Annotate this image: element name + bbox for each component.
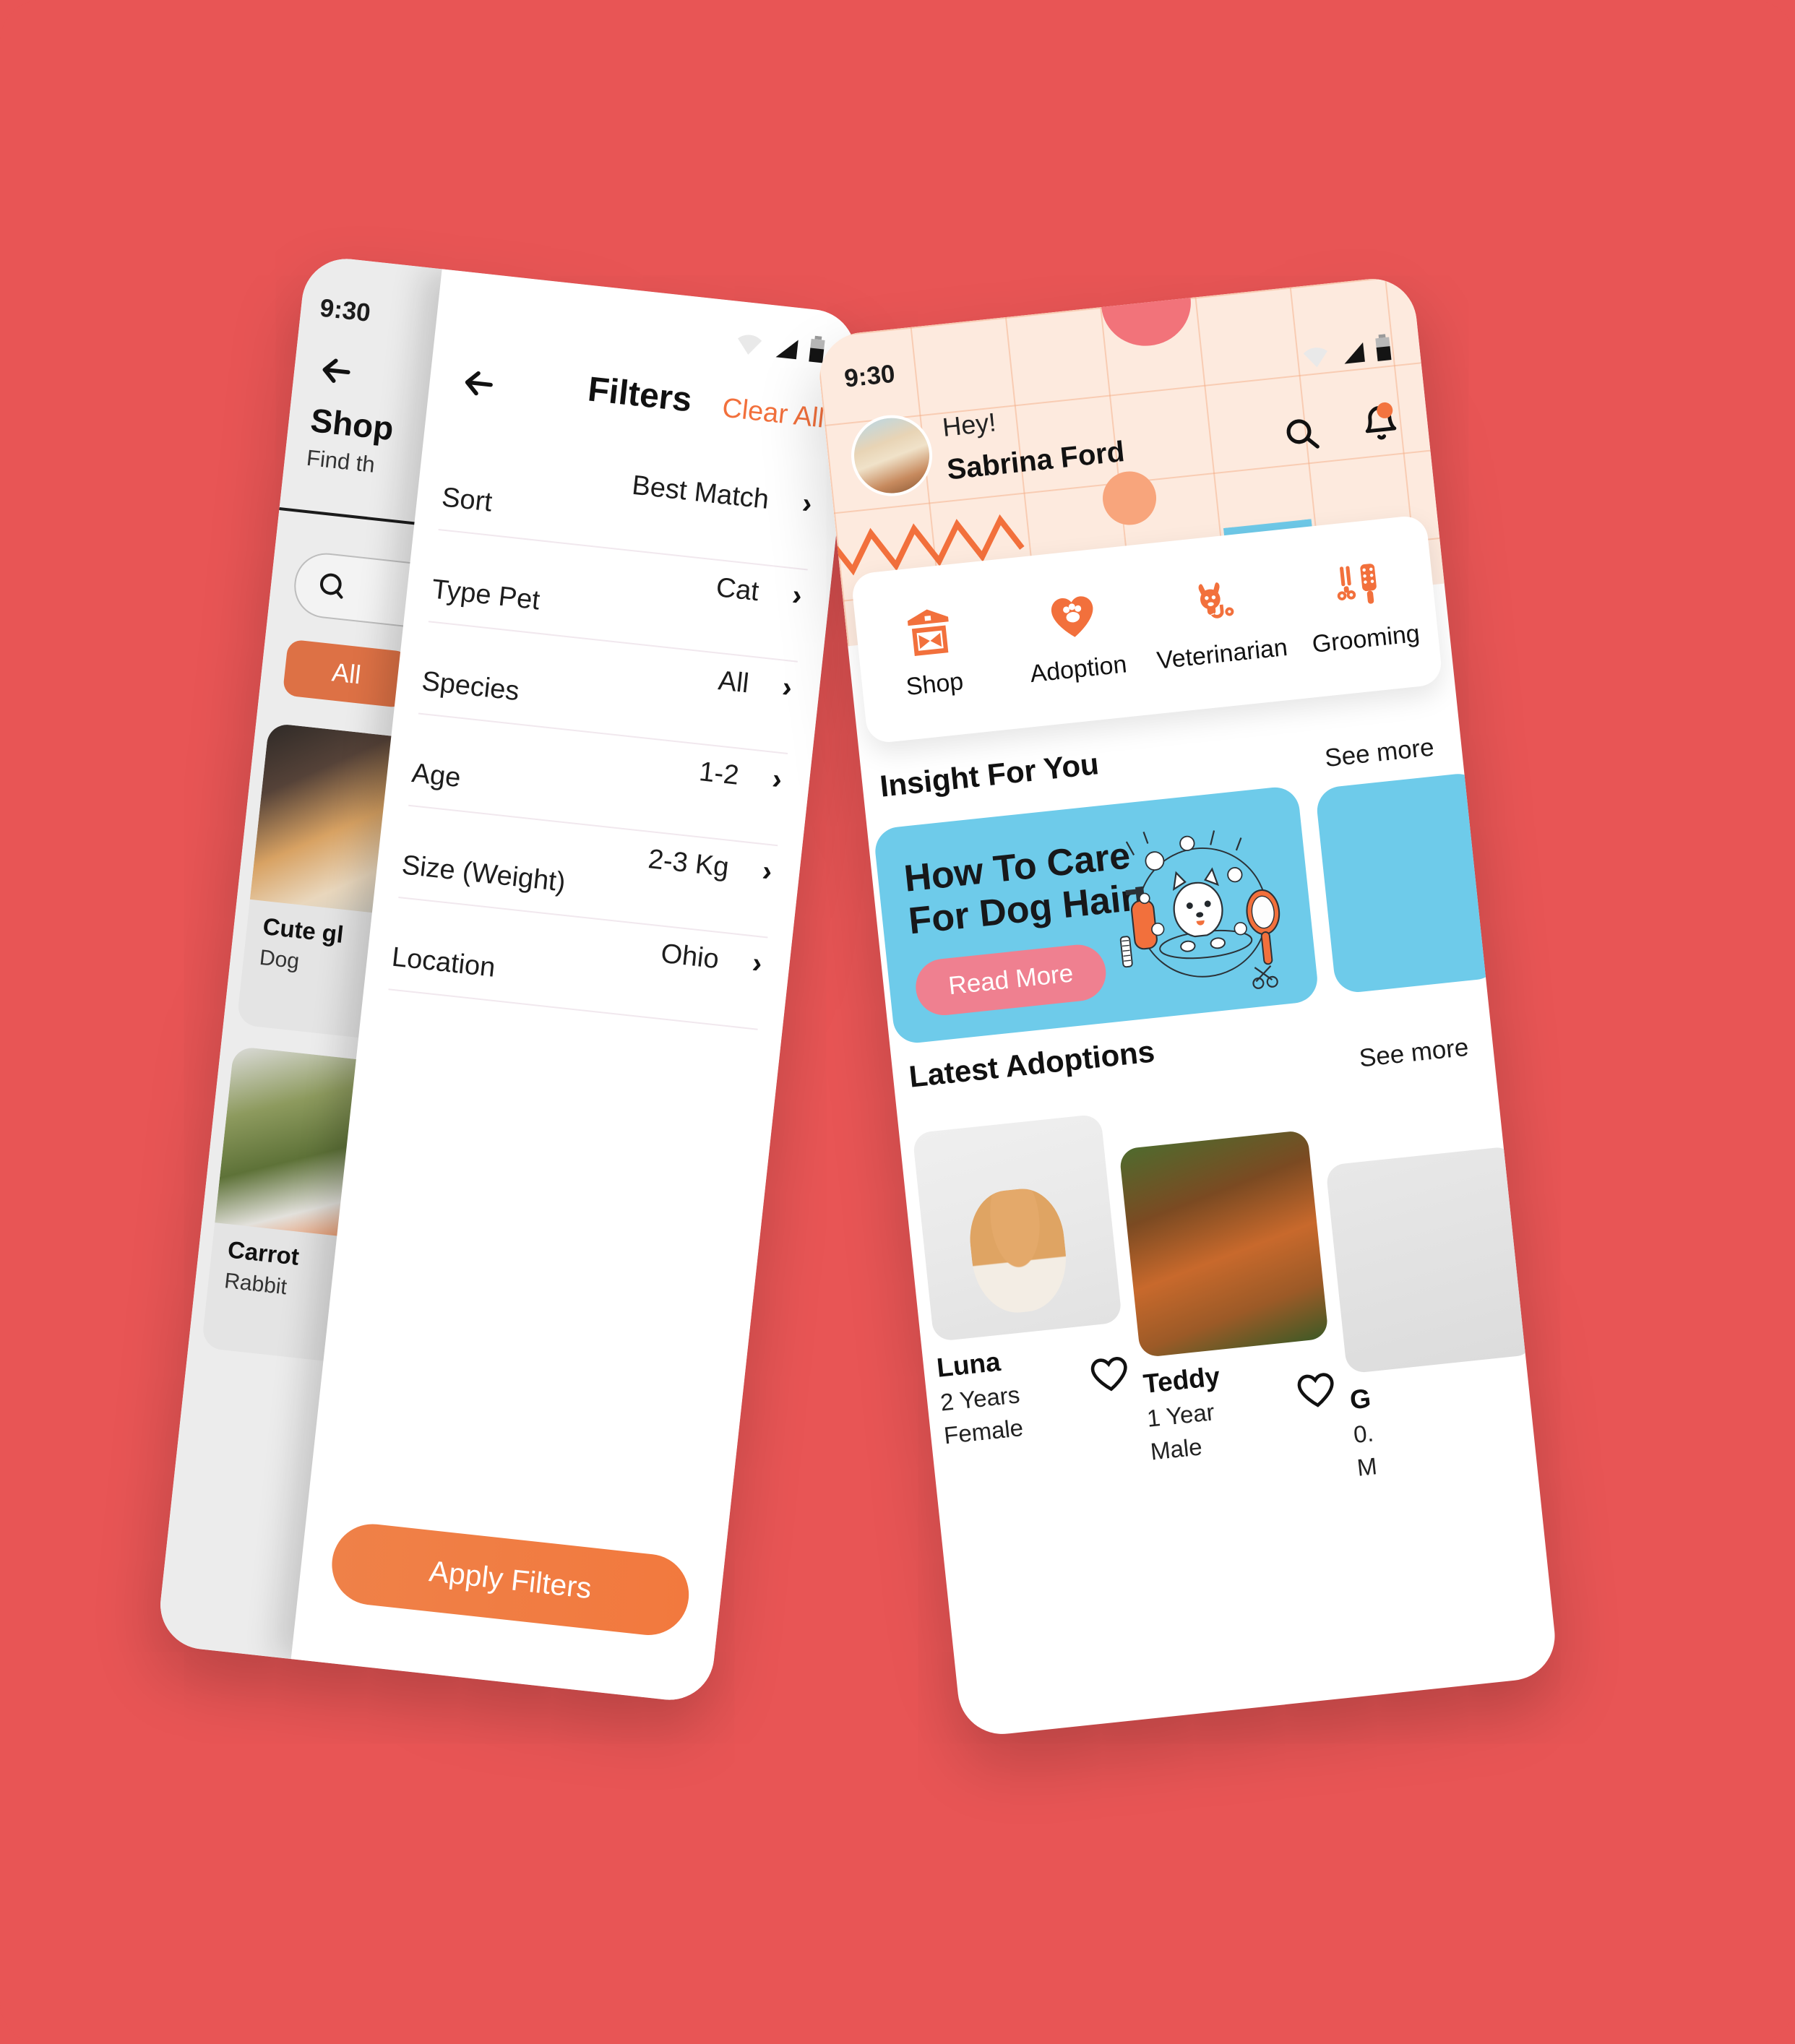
adoption-pet-image	[1325, 1145, 1536, 1374]
adoption-pet-image	[1119, 1129, 1330, 1358]
dog-stethoscope-icon	[1198, 582, 1234, 618]
dog-bath-grooming-illustration	[1119, 830, 1280, 989]
signal-icon	[775, 340, 799, 360]
heart-outline-icon[interactable]	[1087, 1352, 1132, 1395]
category-label: Adoption	[1028, 650, 1129, 688]
left-status-time: 9:30	[318, 293, 372, 327]
category-item-shop[interactable]: Shop	[855, 598, 1008, 706]
filters-list: Sort Best Match › Type Pet Cat › Species…	[364, 436, 843, 1032]
adoption-see-more-link[interactable]: See more	[1358, 1033, 1470, 1074]
insight-section-heading: Insight For You	[878, 746, 1101, 803]
greeting-text: Hey!	[941, 407, 998, 442]
filter-label: Type Pet	[430, 574, 542, 616]
shop-page-subtitle: Find th	[305, 444, 376, 478]
apply-filters-button[interactable]: Apply Filters	[327, 1519, 693, 1639]
read-more-button[interactable]: Read More	[913, 941, 1109, 1018]
filter-label: Location	[390, 941, 497, 983]
chevron-right-icon: ›	[780, 670, 794, 704]
insight-card[interactable]: How To Care For Dog Hair Read More	[873, 785, 1320, 1045]
filter-value: Cat	[714, 572, 761, 608]
filter-value: All	[716, 665, 751, 699]
chevron-right-icon: ›	[800, 487, 814, 520]
search-icon[interactable]	[1280, 412, 1323, 458]
barn-icon	[907, 608, 949, 656]
filter-label: Age	[410, 758, 462, 794]
category-label: Veterinarian	[1155, 633, 1289, 675]
filter-value: Best Match	[630, 470, 771, 515]
adoption-section-heading: Latest Adoptions	[907, 1034, 1157, 1094]
category-item-adoption[interactable]: Adoption	[998, 583, 1151, 691]
chevron-right-icon: ›	[770, 763, 784, 796]
chevron-right-icon: ›	[750, 946, 764, 980]
category-item-grooming[interactable]: Grooming	[1286, 553, 1439, 660]
battery-icon	[1375, 334, 1392, 361]
chevron-right-icon: ›	[760, 855, 774, 888]
filter-value: Ohio	[659, 938, 720, 975]
category-label: Grooming	[1310, 619, 1421, 658]
corgi-illustration	[965, 1184, 1072, 1317]
signal-icon	[1344, 342, 1365, 364]
adoption-pet-image	[912, 1113, 1123, 1342]
filter-label: Sort	[440, 482, 494, 518]
chevron-right-icon: ›	[791, 579, 804, 612]
left-status-icons	[733, 327, 827, 364]
filter-label: Size (Weight)	[400, 850, 567, 898]
filter-value: 2-3 Kg	[646, 844, 731, 883]
wifi-icon	[738, 335, 762, 355]
grooming-tools-icon	[1337, 563, 1377, 604]
adoption-card[interactable]: Teddy 1 Year Male	[1119, 1129, 1340, 1466]
filter-value: 1-2	[697, 756, 741, 791]
heart-paw-icon	[1051, 595, 1093, 637]
category-item-veterinarian[interactable]: Veterinarian	[1142, 568, 1295, 676]
category-label: Shop	[904, 667, 965, 701]
shop-back-icon[interactable]	[314, 349, 359, 394]
right-status-time: 9:30	[843, 359, 897, 393]
wifi-icon	[1303, 348, 1327, 368]
shop-filter-chip-all[interactable]: All	[282, 639, 411, 709]
shop-page-title: Shop	[309, 401, 396, 448]
filter-label: Species	[420, 665, 521, 707]
heart-outline-icon[interactable]	[1293, 1368, 1339, 1411]
adoption-card[interactable]: Luna 2 Years Female	[912, 1113, 1134, 1449]
insight-see-more-link[interactable]: See more	[1323, 733, 1435, 773]
